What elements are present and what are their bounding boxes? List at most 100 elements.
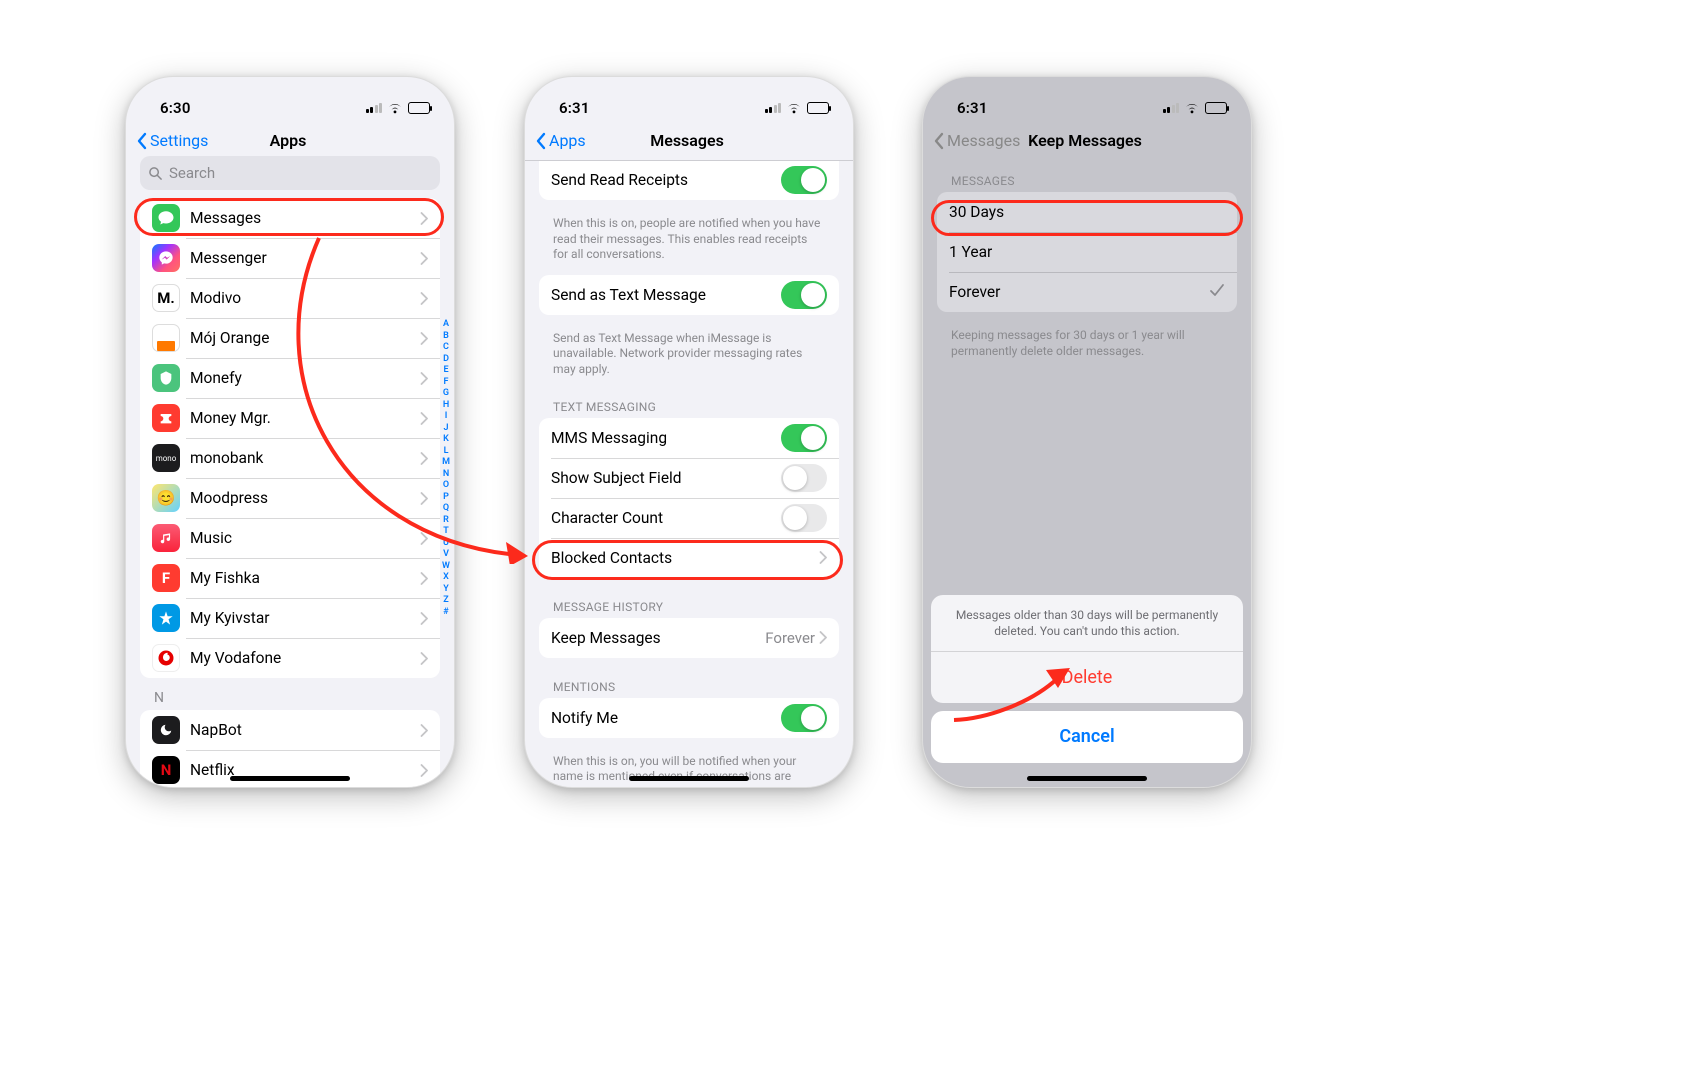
- app-row-messenger[interactable]: Messenger: [140, 238, 440, 278]
- app-row-messages[interactable]: Messages: [140, 198, 440, 238]
- toggle[interactable]: [781, 424, 827, 452]
- app-row-moj-orange[interactable]: Mój Orange: [140, 318, 440, 358]
- signal-icon: [366, 103, 383, 113]
- history-group: Keep Messages Forever: [539, 618, 839, 658]
- back-button[interactable]: Settings: [136, 131, 270, 150]
- fishka-icon: F: [152, 564, 180, 592]
- app-row-vodafone[interactable]: My Vodafone: [140, 638, 440, 678]
- page-title: Messages: [650, 131, 724, 150]
- home-indicator[interactable]: [629, 776, 749, 781]
- back-button[interactable]: Messages: [933, 131, 1028, 150]
- battery-icon: [807, 102, 829, 114]
- netflix-icon: N: [152, 756, 180, 784]
- option-forever[interactable]: Forever: [937, 272, 1237, 312]
- setting-blocked-contacts[interactable]: Blocked Contacts: [539, 538, 839, 578]
- app-label: My Kyivstar: [190, 609, 420, 627]
- chevron-right-icon: [420, 292, 428, 305]
- chevron-left-icon: [136, 132, 148, 150]
- chevron-right-icon: [420, 412, 428, 425]
- battery-icon: [408, 102, 430, 114]
- app-row-netflix[interactable]: N Netflix: [140, 750, 440, 787]
- wifi-icon: [786, 102, 802, 114]
- moodpress-icon: 😊: [152, 484, 180, 512]
- chevron-right-icon: [420, 332, 428, 345]
- status-icons: [1163, 102, 1228, 114]
- status-bar: 6:31: [525, 77, 853, 123]
- search-placeholder: Search: [169, 164, 215, 182]
- app-label: Mój Orange: [190, 329, 420, 347]
- setting-notify-me[interactable]: Notify Me: [539, 698, 839, 738]
- app-label: Music: [190, 529, 420, 547]
- page-title: Apps: [270, 131, 307, 150]
- chevron-right-icon: [420, 492, 428, 505]
- app-row-napbot[interactable]: NapBot: [140, 710, 440, 750]
- text-messaging-header: TEXT MESSAGING: [525, 390, 853, 418]
- keep-value: Forever: [765, 629, 815, 647]
- check-icon: [1209, 282, 1225, 302]
- setting-read-receipts[interactable]: Send Read Receipts: [539, 161, 839, 200]
- app-label: My Vodafone: [190, 649, 420, 667]
- setting-mms[interactable]: MMS Messaging: [539, 418, 839, 458]
- toggle[interactable]: [781, 166, 827, 194]
- toggle[interactable]: [781, 281, 827, 309]
- page-title: Keep Messages: [1028, 131, 1142, 150]
- setting-keep-messages[interactable]: Keep Messages Forever: [539, 618, 839, 658]
- toggle[interactable]: [781, 504, 827, 532]
- app-row-monefy[interactable]: Monefy: [140, 358, 440, 398]
- delete-button[interactable]: Delete: [931, 651, 1243, 703]
- app-row-kyivstar[interactable]: My Kyivstar: [140, 598, 440, 638]
- monobank-icon: mono: [152, 444, 180, 472]
- signal-icon: [1163, 103, 1180, 113]
- messages-header: MESSAGES: [923, 156, 1251, 192]
- home-indicator[interactable]: [230, 776, 350, 781]
- setting-subject-field[interactable]: Show Subject Field: [539, 458, 839, 498]
- modivo-icon: M.: [152, 284, 180, 312]
- phone-messages-settings: 6:31 Apps Messages Send Read Receipts Wh…: [524, 76, 854, 788]
- app-row-modivo[interactable]: M. Modivo: [140, 278, 440, 318]
- nav-bar: Messages Keep Messages: [923, 123, 1251, 156]
- app-row-music[interactable]: Music: [140, 518, 440, 558]
- messenger-icon: [152, 244, 180, 272]
- sheet-block: Messages older than 30 days will be perm…: [931, 595, 1243, 703]
- status-time: 6:31: [549, 99, 590, 117]
- toggle[interactable]: [781, 704, 827, 732]
- chevron-right-icon: [420, 252, 428, 265]
- battery-icon: [1205, 102, 1227, 114]
- napbot-icon: [152, 716, 180, 744]
- setting-send-text[interactable]: Send as Text Message: [539, 275, 839, 315]
- app-row-fishka[interactable]: F My Fishka: [140, 558, 440, 598]
- read-receipts-footer: When this is on, people are notified whe…: [525, 212, 853, 275]
- send-text-group: Send as Text Message: [539, 275, 839, 315]
- setting-char-count[interactable]: Character Count: [539, 498, 839, 538]
- apps-group-m: Messages Messenger M. Modivo Mój Orange …: [140, 198, 440, 678]
- signal-icon: [765, 103, 782, 113]
- keep-footer: Keeping messages for 30 days or 1 year w…: [923, 324, 1251, 371]
- search-icon: [148, 166, 163, 181]
- chevron-right-icon: [420, 212, 428, 225]
- app-row-moneymgr[interactable]: Money Mgr.: [140, 398, 440, 438]
- back-label: Apps: [549, 131, 586, 150]
- app-row-moodpress[interactable]: 😊 Moodpress: [140, 478, 440, 518]
- back-button[interactable]: Apps: [535, 131, 650, 150]
- status-time: 6:31: [947, 99, 988, 117]
- phone-apps-list: 6:30 Settings Apps Search Messages Messe: [125, 76, 455, 788]
- app-row-monobank[interactable]: mono monobank: [140, 438, 440, 478]
- chevron-left-icon: [933, 132, 945, 150]
- chevron-right-icon: [420, 724, 428, 737]
- cancel-button[interactable]: Cancel: [931, 711, 1243, 763]
- chevron-right-icon: [420, 652, 428, 665]
- alphabet-index[interactable]: ABCDEFGHIJKLMNOPQRTUVWXYZ#: [440, 319, 452, 618]
- read-receipts-group: Send Read Receipts: [539, 161, 839, 200]
- send-text-footer: Send as Text Message when iMessage is un…: [525, 327, 853, 390]
- search-input[interactable]: Search: [140, 156, 440, 190]
- chevron-right-icon: [420, 452, 428, 465]
- section-header-n: N: [126, 690, 454, 710]
- home-indicator[interactable]: [1027, 776, 1147, 781]
- option-30-days[interactable]: 30 Days: [937, 192, 1237, 232]
- option-1-year[interactable]: 1 Year: [937, 232, 1237, 272]
- nav-bar: Settings Apps: [126, 123, 454, 156]
- text-messaging-group: MMS Messaging Show Subject Field Charact…: [539, 418, 839, 578]
- toggle[interactable]: [781, 464, 827, 492]
- music-icon: [152, 524, 180, 552]
- status-time: 6:30: [150, 99, 191, 117]
